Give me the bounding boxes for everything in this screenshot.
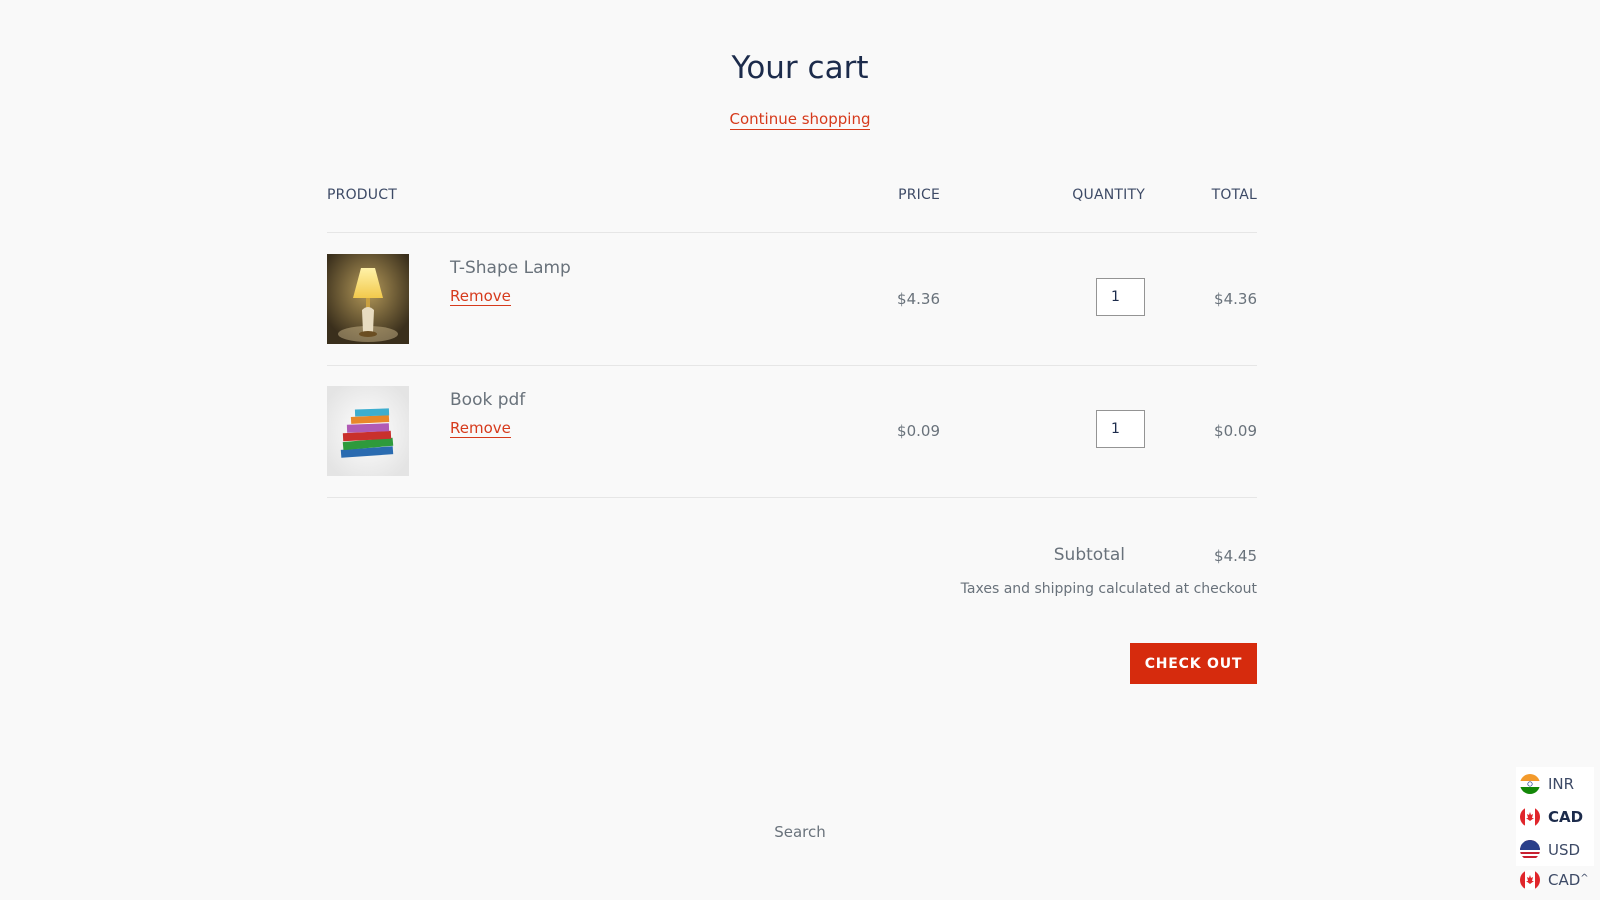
table-header: PRODUCT PRICE QUANTITY TOTAL xyxy=(327,184,1257,233)
currency-selector-toggle[interactable]: CAD ^ xyxy=(1520,868,1589,892)
chevron-up-icon: ^ xyxy=(1580,872,1589,884)
currency-code: USD xyxy=(1548,841,1581,859)
table-row: T-Shape Lamp Remove $4.36 $4.36 xyxy=(327,233,1257,366)
continue-shopping-link[interactable]: Continue shopping xyxy=(729,110,871,130)
checkout-button[interactable]: CHECK OUT xyxy=(1130,643,1257,684)
header-price: PRICE xyxy=(898,187,940,203)
item-total: $0.09 xyxy=(1214,422,1257,440)
product-name[interactable]: T-Shape Lamp xyxy=(450,258,571,278)
currency-option-cad[interactable]: CAD xyxy=(1520,804,1583,830)
item-price: $0.09 xyxy=(897,422,940,440)
continue-shopping-wrapper: Continue shopping xyxy=(0,109,1600,130)
product-name[interactable]: Book pdf xyxy=(450,390,525,410)
subtotal-label: Subtotal xyxy=(1053,545,1125,565)
currency-code: INR xyxy=(1548,775,1575,793)
quantity-input[interactable] xyxy=(1096,278,1145,316)
tax-note: Taxes and shipping calculated at checkou… xyxy=(960,581,1257,597)
quantity-input[interactable] xyxy=(1096,410,1145,448)
table-row: Book pdf Remove $0.09 $0.09 xyxy=(327,365,1257,498)
currency-option-inr[interactable]: INR xyxy=(1520,771,1574,797)
page-title: Your cart xyxy=(731,50,869,86)
selected-currency: CAD xyxy=(1548,871,1581,889)
usa-flag-icon xyxy=(1520,840,1540,860)
remove-link[interactable]: Remove xyxy=(450,419,511,438)
header-product: PRODUCT xyxy=(327,187,397,203)
books-image[interactable] xyxy=(327,386,409,476)
currency-options: INR CAD USD xyxy=(1516,767,1594,866)
remove-link[interactable]: Remove xyxy=(450,287,511,306)
header-total: TOTAL xyxy=(1211,187,1257,203)
canada-flag-icon xyxy=(1520,807,1540,827)
currency-code: CAD xyxy=(1548,808,1584,826)
subtotal-value: $4.45 xyxy=(1214,547,1257,565)
india-flag-icon xyxy=(1520,774,1540,794)
footer-search-link[interactable]: Search xyxy=(0,823,1600,841)
item-price: $4.36 xyxy=(897,290,940,308)
item-total: $4.36 xyxy=(1214,290,1257,308)
canada-flag-icon xyxy=(1520,870,1540,890)
lamp-image[interactable] xyxy=(327,254,409,344)
header-quantity: QUANTITY xyxy=(1072,187,1145,203)
currency-option-usd[interactable]: USD xyxy=(1520,837,1580,863)
